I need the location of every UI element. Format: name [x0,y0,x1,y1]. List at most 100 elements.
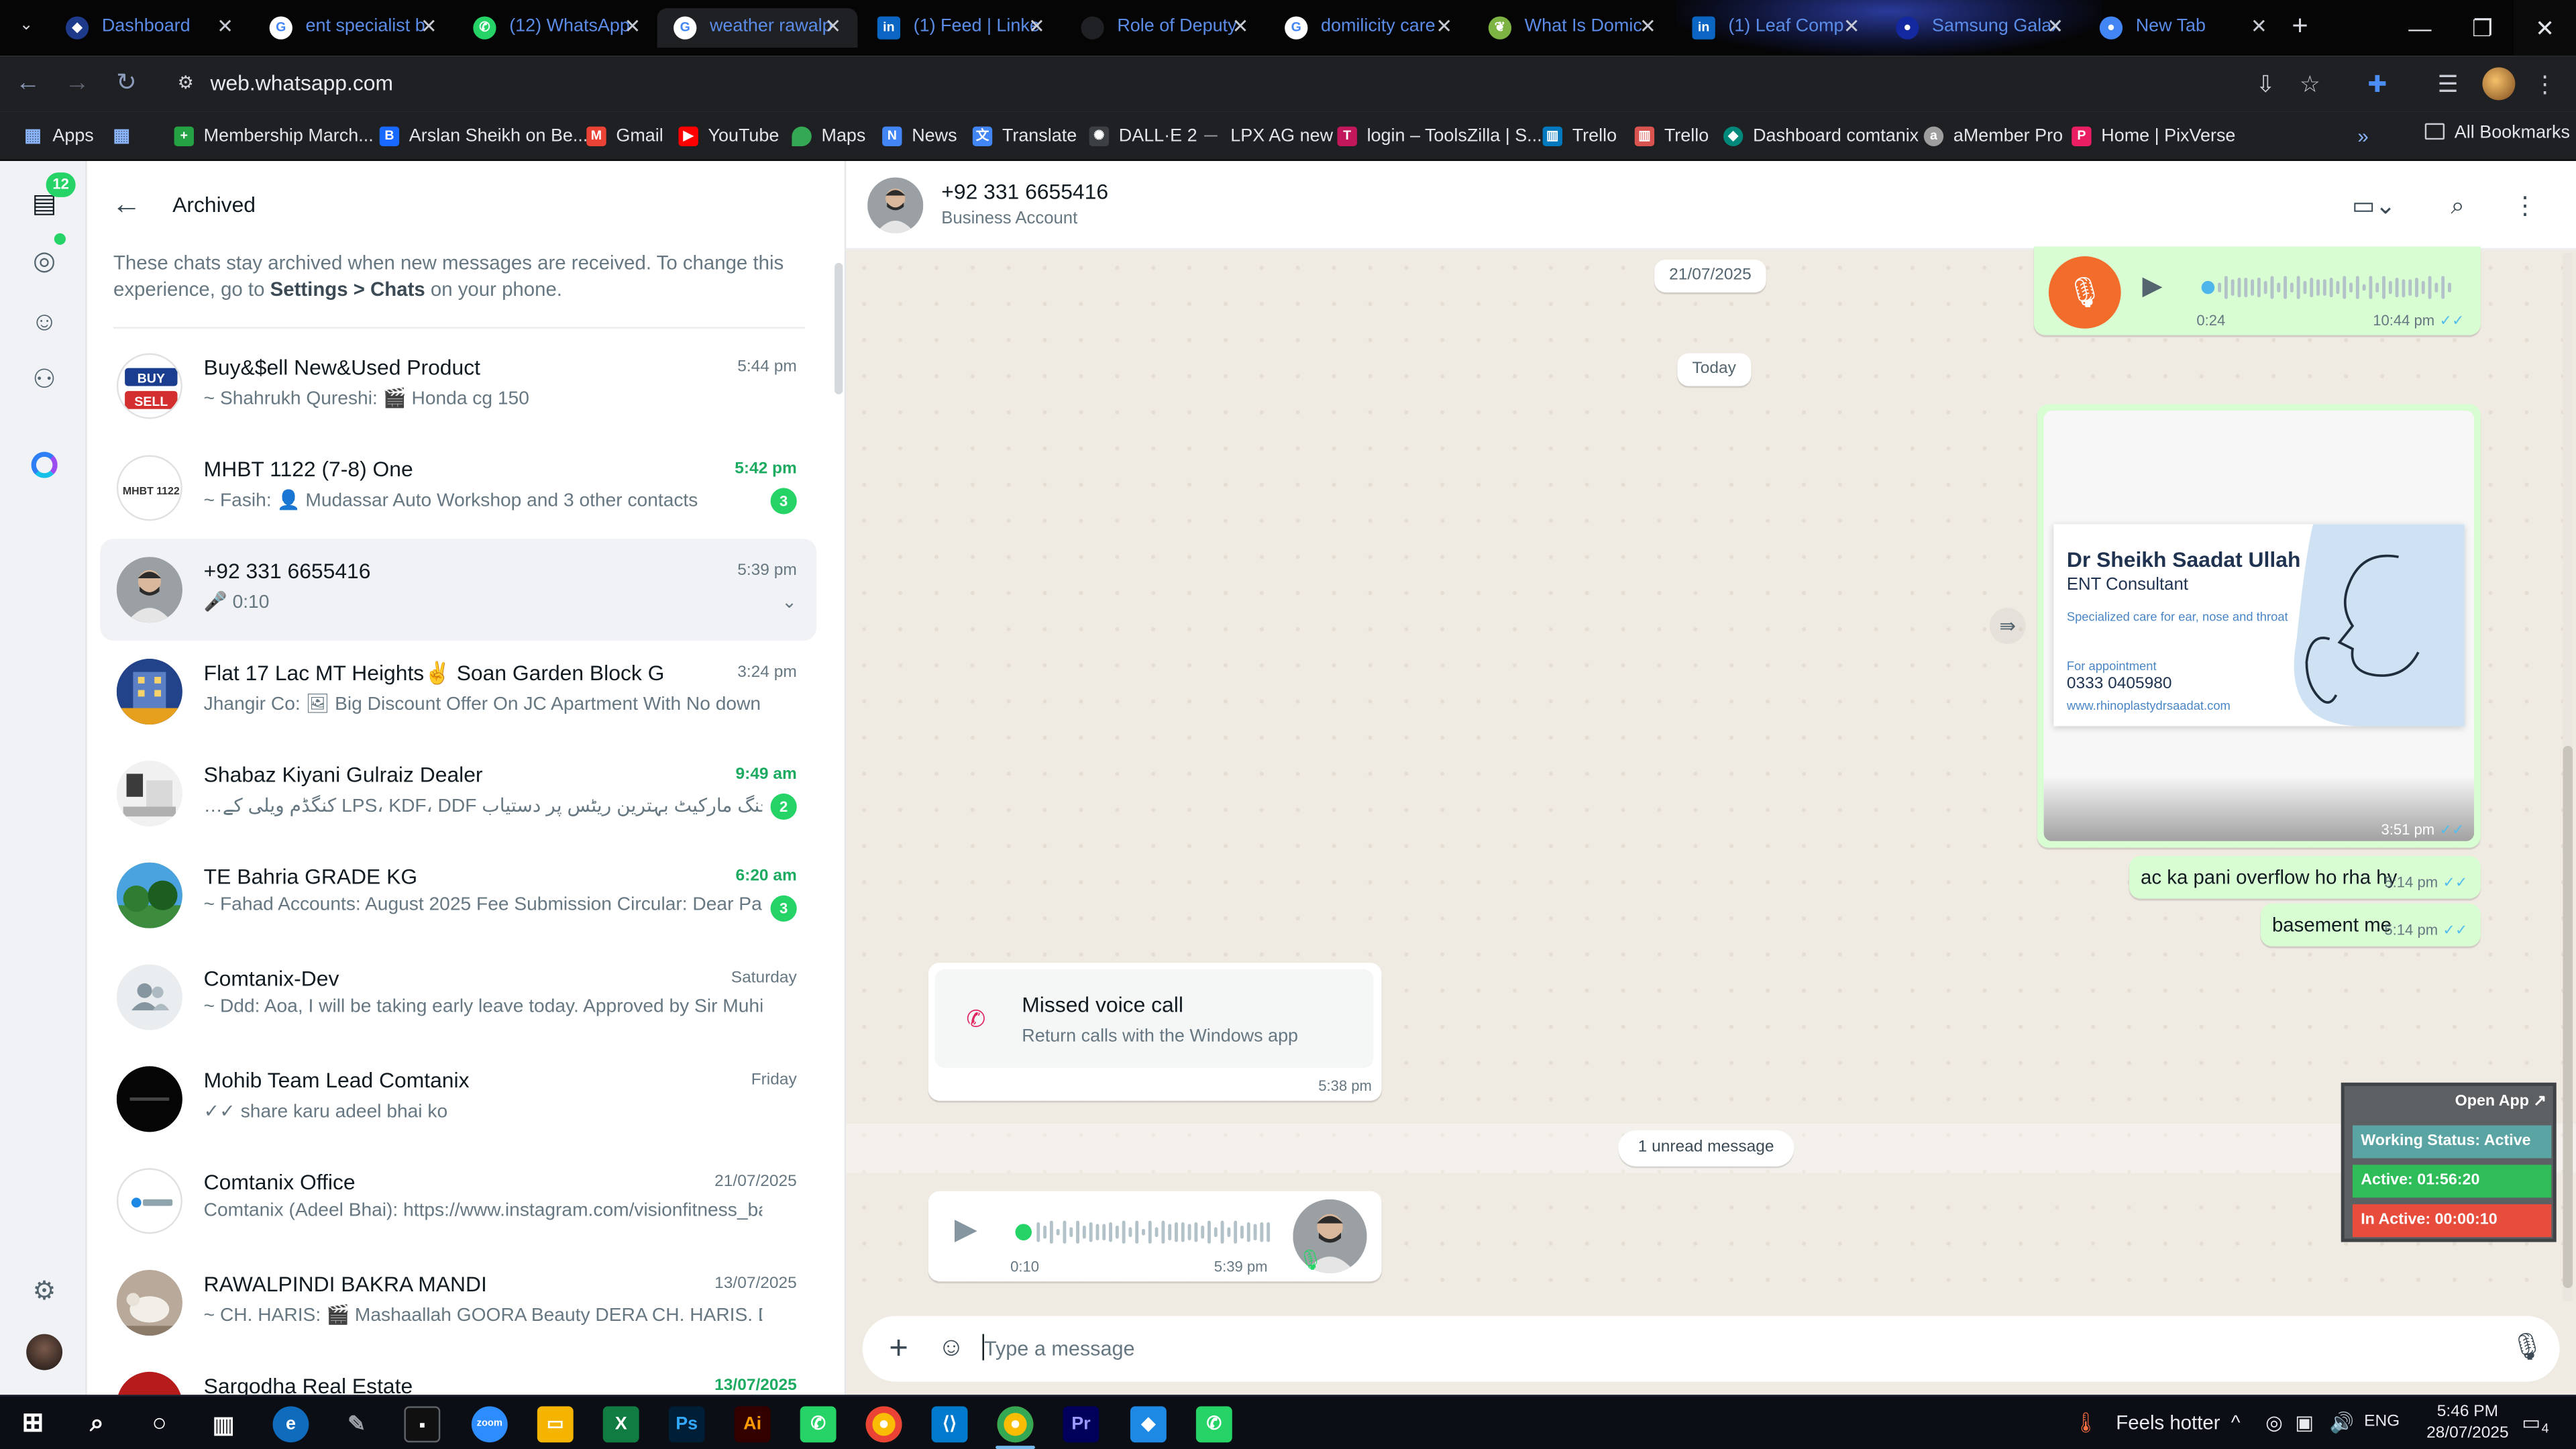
close-tab-icon[interactable]: ✕ [2044,15,2067,38]
bookmark-trello-1[interactable]: ▥ Trello [1542,123,1617,150]
voice-progress-dot[interactable] [2201,280,2215,294]
tab-weather-rawalpindi[interactable]: G weather rawalp ✕ [657,8,858,48]
whatsapp-desktop-icon[interactable]: ✆ [1195,1406,1232,1443]
conversation-scrollbar[interactable] [2563,253,2573,1301]
missed-call-card[interactable]: ✆ Missed voice call Return calls with th… [934,969,1374,1068]
search-icon[interactable]: ⌕ [2441,191,2474,223]
bookmark-grid[interactable]: ▦ [112,123,142,150]
chat-list-item[interactable]: TE Bahria GRADE KG 6:20 am ~ Fahad Accou… [100,845,816,947]
search-icon[interactable]: ⌕ [79,1406,115,1442]
task-view-icon[interactable]: ▥ [205,1406,241,1442]
bookmark-toolszilla[interactable]: Tlogin – ToolsZilla | S... [1337,123,1542,150]
chat-list-item[interactable]: Comtanix Office 21/07/2025 Comtanix (Ade… [100,1150,816,1252]
close-window-button[interactable]: ✕ [2513,0,2576,56]
emoji-sticker-icon[interactable]: ☺ [934,1332,967,1365]
volume-icon[interactable]: 🔊 [2330,1411,2355,1434]
close-tab-icon[interactable]: ✕ [1636,15,1659,38]
close-tab-icon[interactable]: ✕ [621,15,644,38]
terminal-icon[interactable]: ▪ [404,1406,441,1443]
close-tab-icon[interactable]: ✕ [1229,15,1252,38]
play-icon[interactable]: ▶ [2142,270,2162,303]
profile-avatar[interactable] [2482,67,2516,101]
open-app-link[interactable]: Open App ↗ [2455,1093,2546,1111]
chat-list-item[interactable]: Shabaz Kiyani Gulraiz Dealer 9:49 am …کن… [100,743,816,845]
install-app-icon[interactable]: ⇩ [2251,69,2280,99]
outgoing-text-message[interactable]: ac ka pani overflow ho rha hy 5:14 pm ✓✓ [2129,855,2481,899]
pen-tool-icon[interactable]: ✎ [338,1406,374,1442]
missed-call-message[interactable]: ✆ Missed voice call Return calls with th… [928,963,1382,1101]
close-tab-icon[interactable]: ✕ [213,15,236,38]
tab-samsung-galaxy[interactable]: ● Samsung Galax ✕ [1880,8,2080,48]
excel-icon[interactable]: X [602,1406,639,1443]
outgoing-text-message[interactable]: basement me 5:14 pm ✓✓ [2260,903,2481,947]
reload-icon[interactable]: ↻ [112,69,142,99]
minimize-button[interactable]: — [2389,0,2451,56]
chevron-up-icon[interactable]: ^ [2231,1411,2241,1434]
back-arrow-icon[interactable]: ← [13,69,43,99]
notification-icon[interactable]: ▭ [2522,1411,2540,1434]
cortana-icon[interactable]: ○ [142,1406,178,1442]
restore-button[interactable]: ❐ [2451,0,2514,56]
bookmark-amember[interactable]: a aMember Pro [1923,123,2063,150]
forward-arrow-icon[interactable]: → [62,69,92,99]
bookmark-trello-2[interactable]: ▥ Trello [1634,123,1709,150]
tray-icon[interactable]: ◎ [2265,1411,2283,1434]
site-info-icon[interactable]: ⚙ [174,72,197,95]
chrome-taskbar-icon[interactable]: ● [865,1406,902,1443]
bookmark-news[interactable]: N News [882,123,957,150]
weather-text[interactable]: Feels hotter [2116,1411,2220,1434]
conversation-header[interactable]: +92 331 6655416 Business Account ▭⌄ ⌕ ⋮ [846,161,2576,250]
vscode-icon[interactable]: ⟨⟩ [931,1406,968,1443]
meta-ai-icon[interactable] [31,451,58,478]
tab-search-list-icon[interactable]: ☰ [2433,69,2463,99]
illustrator-icon[interactable]: Ai [734,1406,771,1443]
premiere-icon[interactable]: Pr [1063,1406,1099,1443]
bookmark-youtube[interactable]: ▶ YouTube [678,123,779,150]
chat-list-item[interactable]: RAWALPINDI BAKRA MANDI 13/07/2025 ~ CH. … [100,1252,816,1354]
chat-list-item[interactable]: Flat 17 Lac MT Heights✌ Soan Garden Bloc… [100,641,816,743]
chrome-menu-icon[interactable]: ⋮ [2530,69,2559,99]
network-icon[interactable]: ▣ [2295,1411,2314,1434]
play-icon[interactable]: ▶ [955,1212,977,1246]
close-tab-icon[interactable]: ✕ [1840,15,1863,38]
video-call-icon[interactable]: ▭⌄ [2345,191,2404,223]
all-bookmarks-button[interactable]: All Bookmarks [2424,123,2570,143]
tab-linkedin-feed[interactable]: in (1) Feed | Linke ✕ [861,8,1061,48]
extensions-icon[interactable]: ✚ [2363,69,2392,99]
close-tab-icon[interactable]: ✕ [1025,15,1048,38]
bookmark-membership[interactable]: + Membership March... [174,123,374,150]
language-indicator[interactable]: ENG [2364,1413,2400,1431]
chat-list-item[interactable]: Comtanix-Dev Saturday ~ Ddd: Aoa, I will… [100,947,816,1049]
chat-list-item[interactable]: Mohib Team Lead Comtanix Friday ✓✓ share… [100,1048,816,1150]
incoming-voice-message[interactable]: ▶ 0:10 5:39 pm 🎙 [928,1191,1382,1282]
chat-list-item[interactable]: Sargodha Real Estate 13/07/2025 [100,1354,816,1395]
app-diamond-icon[interactable]: ◆ [1130,1406,1167,1443]
tab-new-tab[interactable]: ● New Tab ✕ [2083,8,2284,48]
weather-icon[interactable]: 🌡 [2074,1411,2098,1434]
tab-search-icon[interactable]: ⌄ [13,16,40,39]
chat-list-scrollbar[interactable] [835,262,843,394]
zoom-icon[interactable]: zoom [471,1406,508,1443]
bookmark-gmail[interactable]: M Gmail [586,123,663,150]
whatsapp-taskbar-icon[interactable]: ✆ [800,1406,837,1443]
chrome-active-icon[interactable]: ● [997,1406,1034,1443]
bookmark-pixverse[interactable]: P Home | PixVerse [2072,123,2235,150]
scrollbar-thumb[interactable] [2563,745,2573,1289]
edge-icon[interactable]: e [272,1406,309,1443]
chat-list-item[interactable]: MHBT 1122 MHBT 1122 (7-8) One 5:42 pm ~ … [100,437,816,539]
bookmark-maps[interactable]: Maps [792,123,865,150]
system-clock[interactable]: 5:46 PM 28/07/2025 [2422,1401,2514,1444]
message-input[interactable] [983,1334,2463,1364]
bookmark-lpx[interactable]: — LPX AG new [1201,123,1333,150]
bookmark-dalle[interactable]: ✺ DALL·E 2 [1089,123,1197,150]
tab-what-is-domicile[interactable]: ❦ What Is Domic ✕ [1472,8,1672,48]
bookmark-behance[interactable]: B Arslan Sheikh on Be... [379,123,588,150]
bookmark-comtanix[interactable]: ◆ Dashboard comtanix [1723,123,1919,150]
communities-icon[interactable]: ⚇ [26,363,62,399]
channels-icon[interactable]: ☺ [26,306,62,342]
contact-avatar[interactable] [867,177,924,233]
voice-record-icon[interactable]: 🎙 [2510,1332,2544,1365]
bookmark-apps[interactable]: ▦ Apps [23,123,94,150]
chevron-down-icon[interactable]: ⌄ [782,592,797,612]
tab-leaf-company[interactable]: in (1) Leaf Comp ✕ [1676,8,1876,48]
